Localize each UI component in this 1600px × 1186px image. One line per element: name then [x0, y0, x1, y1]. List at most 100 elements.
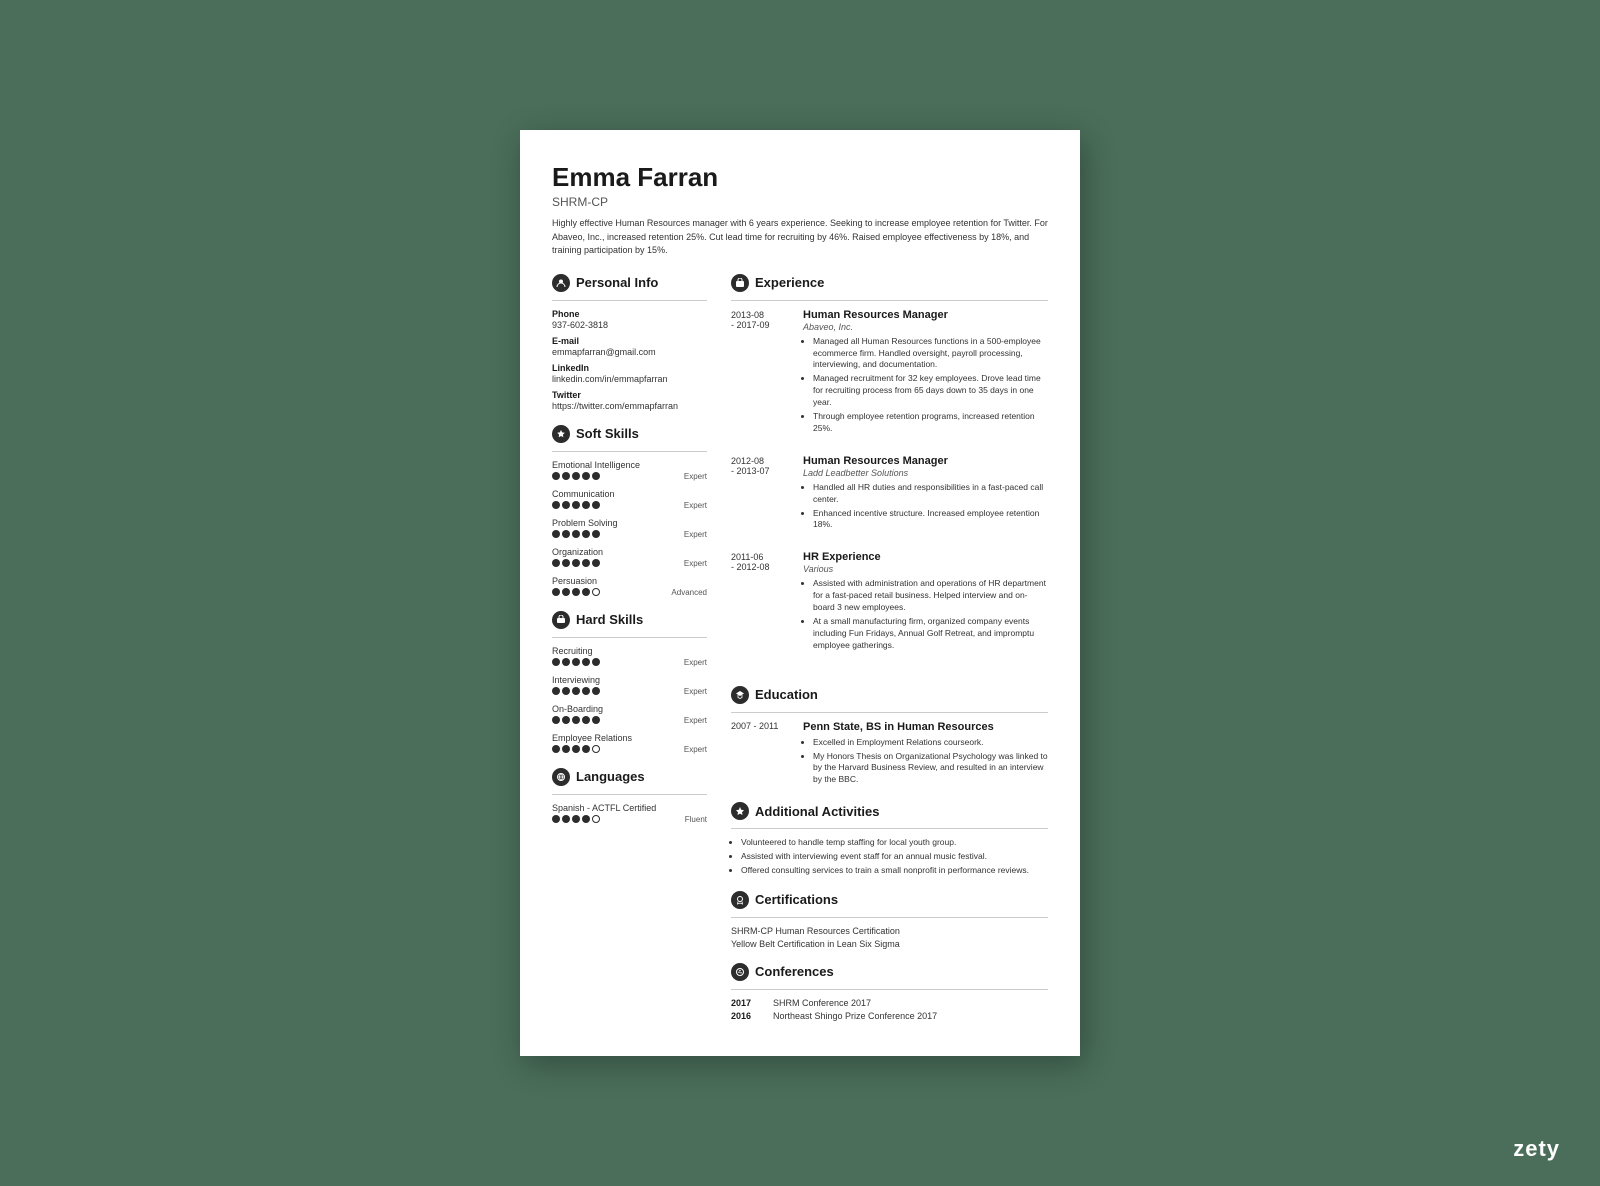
languages-list: Spanish - ACTFL CertifiedFluent [552, 803, 707, 824]
experience-bullet-item: Assisted with administration and operati… [813, 578, 1048, 614]
conference-name: SHRM Conference 2017 [773, 998, 871, 1008]
skill-level: Expert [684, 745, 707, 754]
experience-company: Various [803, 564, 1048, 574]
certifications-content: SHRM-CP Human Resources CertificationYel… [731, 926, 1048, 949]
conference-name: Northeast Shingo Prize Conference 2017 [773, 1011, 937, 1021]
conferences-heading: Conferences [731, 963, 1048, 981]
dot-filled [562, 687, 570, 695]
dot-filled [572, 716, 580, 724]
skill-level: Advanced [671, 588, 707, 597]
certifications-title: Certifications [755, 892, 838, 907]
experience-bullet-item: Managed all Human Resources functions in… [813, 336, 1048, 372]
dot-filled [592, 687, 600, 695]
contact-value: 937-602-3818 [552, 320, 707, 330]
experience-entry: 2013-08 - 2017-09Human Resources Manager… [731, 309, 1048, 437]
skill-row: Communication Expert [552, 489, 707, 510]
dot-filled [582, 501, 590, 509]
contact-label: LinkedIn [552, 363, 707, 373]
experience-date: 2013-08 - 2017-09 [731, 309, 791, 437]
education-bullets: Excelled in Employment Relations courseo… [803, 737, 1048, 787]
additional-activities-content: Volunteered to handle temp staffing for … [731, 837, 1048, 877]
skill-row: InterviewingExpert [552, 675, 707, 696]
skill-dots [552, 687, 600, 695]
left-column: Personal Info Phone937-602-3818E-mailemm… [552, 274, 707, 1024]
education-title: Education [755, 687, 818, 702]
contact-label: Phone [552, 309, 707, 319]
dot-filled [592, 716, 600, 724]
skill-dots [552, 530, 600, 538]
experience-entry: 2011-06 - 2012-08HR ExperienceVariousAss… [731, 551, 1048, 653]
page-background: Emma Farran SHRM-CP Highly effective Hum… [0, 0, 1600, 1186]
resume-paper: Emma Farran SHRM-CP Highly effective Hum… [520, 130, 1080, 1056]
dot-filled [592, 559, 600, 567]
languages-icon [552, 768, 570, 786]
contact-label: E-mail [552, 336, 707, 346]
experience-bullet-item: Through employee retention programs, inc… [813, 411, 1048, 435]
candidate-credential: SHRM-CP [552, 195, 1048, 209]
skill-name: Spanish - ACTFL Certified [552, 803, 707, 813]
conferences-divider [731, 989, 1048, 990]
dot-filled [582, 716, 590, 724]
hard-skills-list: RecruitingExpertInterviewingExpertOn-Boa… [552, 646, 707, 754]
personal-info-divider [552, 300, 707, 301]
experience-bullets: Handled all HR duties and responsibiliti… [803, 482, 1048, 532]
dot-filled [572, 559, 580, 567]
additional-activities-bullets: Volunteered to handle temp staffing for … [731, 837, 1048, 877]
dot-filled [572, 658, 580, 666]
education-entries: 2007 - 2011Penn State, BS in Human Resou… [731, 721, 1048, 789]
experience-job-title: Human Resources Manager [803, 455, 1048, 467]
experience-bullet-item: Handled all HR duties and responsibiliti… [813, 482, 1048, 506]
skill-level: Expert [684, 530, 707, 539]
dot-filled [552, 716, 560, 724]
conferences-title: Conferences [755, 964, 834, 979]
dot-filled [582, 588, 590, 596]
zety-watermark: zety [1513, 1136, 1560, 1162]
skill-name: Organization [552, 547, 707, 557]
education-degree: Penn State, BS in Human Resources [803, 721, 1048, 733]
conference-year: 2017 [731, 998, 761, 1008]
skill-dots [552, 559, 600, 567]
education-entry: 2007 - 2011Penn State, BS in Human Resou… [731, 721, 1048, 789]
dot-filled [562, 658, 570, 666]
dot-filled [572, 472, 580, 480]
experience-bullet-item: Enhanced incentive structure. Increased … [813, 508, 1048, 532]
dot-filled [582, 559, 590, 567]
two-column-layout: Personal Info Phone937-602-3818E-mailemm… [552, 274, 1048, 1024]
experience-bullets: Managed all Human Resources functions in… [803, 336, 1048, 435]
additional-activity-item: Volunteered to handle temp staffing for … [741, 837, 1048, 849]
experience-bullet-item: At a small manufacturing firm, organized… [813, 616, 1048, 652]
experience-bullet-item: Managed recruitment for 32 key employees… [813, 373, 1048, 409]
dot-filled [582, 530, 590, 538]
conferences-icon [731, 963, 749, 981]
dot-empty [592, 745, 600, 753]
additional-activity-item: Assisted with interviewing event staff f… [741, 851, 1048, 863]
additional-activities-title: Additional Activities [755, 804, 879, 819]
dot-filled [592, 472, 600, 480]
additional-activities-divider [731, 828, 1048, 829]
hard-skills-heading: Hard Skills [552, 611, 707, 629]
experience-company: Abaveo, Inc. [803, 322, 1048, 332]
skill-dots [552, 716, 600, 724]
dot-filled [572, 687, 580, 695]
dot-filled [562, 588, 570, 596]
additional-activities-icon [731, 802, 749, 820]
dot-filled [552, 588, 560, 596]
dot-empty [592, 815, 600, 823]
dot-filled [582, 815, 590, 823]
education-divider [731, 712, 1048, 713]
dot-filled [562, 501, 570, 509]
skill-level: Expert [684, 501, 707, 510]
conference-year: 2016 [731, 1011, 761, 1021]
dot-empty [592, 588, 600, 596]
experience-icon [731, 274, 749, 292]
soft-skills-heading: Soft Skills [552, 425, 707, 443]
dot-filled [582, 472, 590, 480]
experience-date: 2011-06 - 2012-08 [731, 551, 791, 653]
dot-filled [572, 501, 580, 509]
skill-name: Communication [552, 489, 707, 499]
skill-level: Expert [684, 658, 707, 667]
skill-name: Emotional Intelligence [552, 460, 707, 470]
dot-filled [562, 745, 570, 753]
contact-label: Twitter [552, 390, 707, 400]
dot-filled [582, 687, 590, 695]
